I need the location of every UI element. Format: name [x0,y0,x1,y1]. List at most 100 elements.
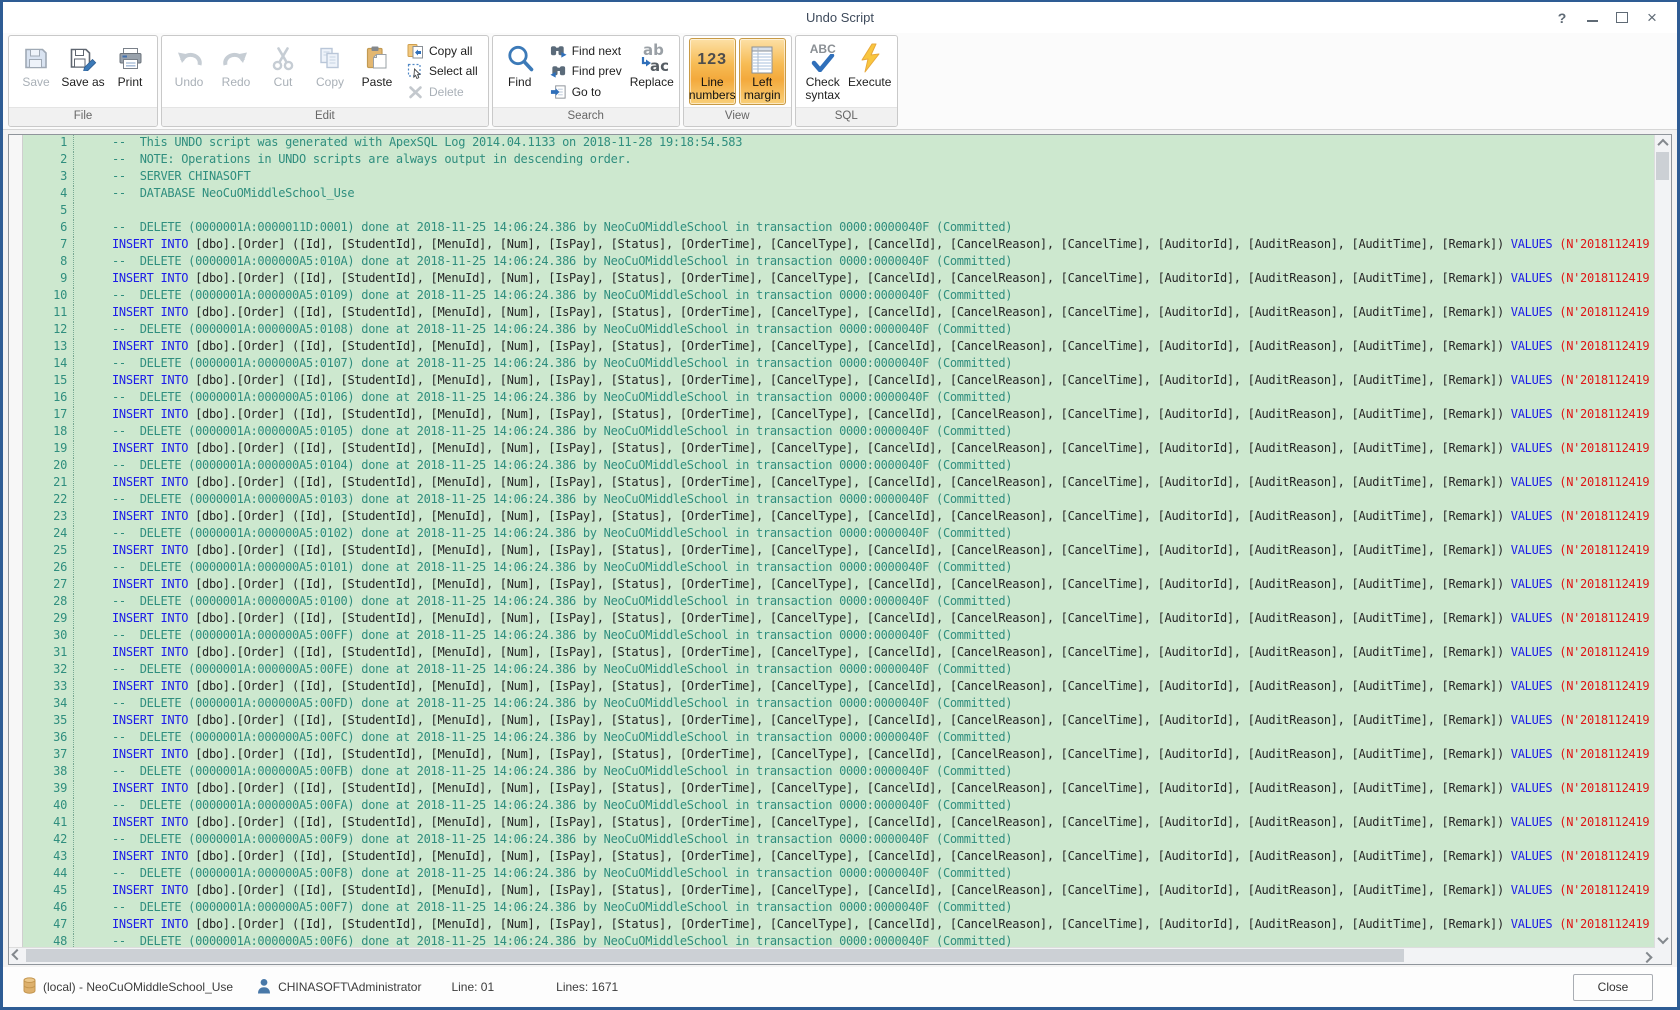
sql-identifier: [dbo].[Order] ([Id], [StudentId], [MenuI… [195,849,1511,863]
undo-icon [174,40,204,76]
line-number: 13 [23,339,74,356]
window-controls: ? × [1551,8,1677,28]
scroll-down-button[interactable] [1655,932,1671,948]
minimize-icon [1587,20,1598,22]
sql-comment: -- DELETE (0000001A:000000A5:00FC) done … [112,730,1012,744]
sql-keyword: VALUES [1511,815,1559,829]
find-next-button[interactable]: Find next [546,41,626,60]
line-text: -- DELETE (0000001A:000000A5:00F6) done … [74,934,1654,948]
line-text: -- DELETE (0000001A:000000A5:00F9) done … [74,832,1654,849]
line-text [74,203,1654,220]
go-to-button[interactable]: Go to [546,82,626,101]
sql-keyword: VALUES [1511,373,1559,387]
ribbon-group-content: Save Save asPrint [9,36,157,107]
save-button[interactable]: Save [13,37,59,107]
execute-button[interactable]: Execute [847,37,893,107]
button-label: Execute [848,76,891,89]
check-syntax-button[interactable]: ABCCheck syntax [800,37,846,107]
close-button[interactable]: Close [1573,974,1653,1001]
maximize-button[interactable] [1611,8,1633,28]
sql-string: (N'2018112419 [1559,407,1649,421]
code-line: 37INSERT INTO [dbo].[Order] ([Id], [Stud… [23,747,1654,764]
scrollbar-corner [1655,948,1671,964]
line-number: 3 [23,169,74,186]
sql-comment: -- DELETE (0000001A:000000A5:0104) done … [112,458,1012,472]
sql-keyword: VALUES [1511,883,1559,897]
line-text: -- DELETE (0000001A:000000A5:0104) done … [74,458,1654,475]
sql-identifier: [dbo].[Order] ([Id], [StudentId], [MenuI… [195,373,1511,387]
find-button[interactable]: Find [497,37,543,107]
print-button[interactable]: Print [107,37,153,107]
vertical-scrollbar[interactable] [1654,135,1671,948]
sql-code-area[interactable]: 1-- This UNDO script was generated with … [23,135,1654,948]
sql-identifier: [dbo].[Order] ([Id], [StudentId], [MenuI… [195,713,1511,727]
replace-button[interactable]: abacReplace [629,37,675,107]
code-line: 44-- DELETE (0000001A:000000A5:00F8) don… [23,866,1654,883]
line-text: -- DELETE (0000001A:000000A5:00FD) done … [74,696,1654,713]
sql-comment: -- DATABASE NeoCuOMiddleSchool_Use [112,186,354,200]
sql-string: (N'2018112419 [1559,679,1649,693]
line-number: 44 [23,866,74,883]
window-title: Undo Script [3,10,1677,25]
sql-keyword: INSERT INTO [112,611,195,625]
paste-button[interactable]: Paste [354,37,400,107]
line-number: 41 [23,815,74,832]
line-text: -- DELETE (0000001A:000000A5:00FE) done … [74,662,1654,679]
delete-button[interactable]: Delete [403,82,482,101]
code-line: 13INSERT INTO [dbo].[Order] ([Id], [Stud… [23,339,1654,356]
ribbon-group-content: 123Line numbersLeft margin [684,36,791,107]
sql-string: (N'2018112419 [1559,237,1649,251]
vertical-scrollbar-thumb[interactable] [1656,152,1669,180]
select-all-button[interactable]: Select all [403,62,482,81]
sql-keyword: INSERT INTO [112,305,195,319]
find-prev-button[interactable]: Find prev [546,62,626,81]
line-text: INSERT INTO [dbo].[Order] ([Id], [Studen… [74,747,1654,764]
undo-button[interactable]: Undo [166,37,212,107]
minimize-button[interactable] [1581,8,1603,28]
ribbon-group-caption: File [9,107,157,126]
find-prev-icon [550,63,567,79]
copy-button[interactable]: Copy [307,37,353,107]
line-number: 22 [23,492,74,509]
save-as-button[interactable]: Save as [60,37,106,107]
close-window-button[interactable]: × [1641,8,1663,28]
cut-button[interactable]: Cut [260,37,306,107]
line-number: 45 [23,883,74,900]
line-number: 31 [23,645,74,662]
ribbon-group-content: FindFind next Find prevGo toabacReplace [493,36,679,107]
line-number: 6 [23,220,74,237]
code-line: 48-- DELETE (0000001A:000000A5:00F6) don… [23,934,1654,948]
left-margin-button[interactable]: Left margin [739,38,786,105]
sql-comment: -- DELETE (0000001A:000000A5:010A) done … [112,254,1012,268]
ribbon-group-caption: SQL [796,107,897,126]
scroll-right-button[interactable] [1639,948,1655,964]
line-number: 4 [23,186,74,203]
sql-keyword: INSERT INTO [112,475,195,489]
redo-button[interactable]: Redo [213,37,259,107]
code-line: 17INSERT INTO [dbo].[Order] ([Id], [Stud… [23,407,1654,424]
code-line: 36-- DELETE (0000001A:000000A5:00FC) don… [23,730,1654,747]
code-line: 43INSERT INTO [dbo].[Order] ([Id], [Stud… [23,849,1654,866]
code-line: 1-- This UNDO script was generated with … [23,135,1654,152]
help-button[interactable]: ? [1551,8,1573,28]
sql-comment: -- DELETE (0000001A:000000A5:0100) done … [112,594,1012,608]
sql-editor[interactable]: 1-- This UNDO script was generated with … [8,134,1672,965]
line-text: INSERT INTO [dbo].[Order] ([Id], [Studen… [74,917,1654,934]
line-text: INSERT INTO [dbo].[Order] ([Id], [Studen… [74,883,1654,900]
line-text: INSERT INTO [dbo].[Order] ([Id], [Studen… [74,849,1654,866]
execute-icon [858,40,882,76]
sql-identifier: [dbo].[Order] ([Id], [StudentId], [MenuI… [195,271,1511,285]
line-text: INSERT INTO [dbo].[Order] ([Id], [Studen… [74,679,1654,696]
replace-icon: abac [633,40,671,76]
chevron-left-icon [11,949,22,960]
line-number: 10 [23,288,74,305]
line-text: -- DELETE (0000001A:000000A5:0103) done … [74,492,1654,509]
scroll-left-button[interactable] [9,948,25,964]
scroll-up-button[interactable] [1655,135,1671,151]
copy-all-button[interactable]: Copy all [403,41,482,60]
horizontal-scrollbar-thumb[interactable] [26,949,1404,962]
horizontal-scrollbar[interactable] [9,947,1655,964]
line-numbers-button[interactable]: 123Line numbers [689,38,736,105]
button-label: Save [22,76,49,89]
line-text: -- DELETE (0000001A:000000A5:0109) done … [74,288,1654,305]
